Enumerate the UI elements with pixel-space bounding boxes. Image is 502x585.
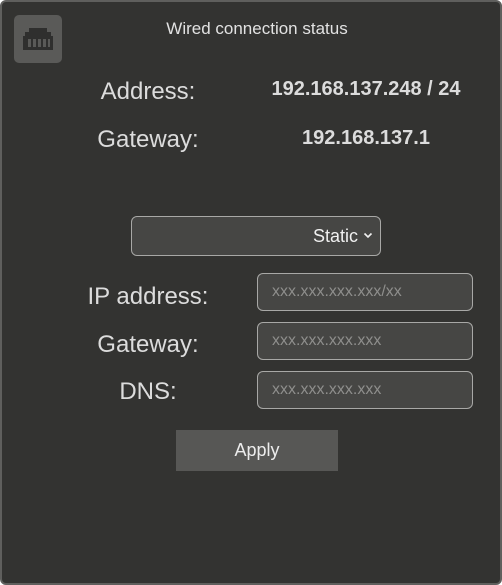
- gateway-config-label: Gateway:: [97, 331, 199, 358]
- panel-title: Wired connection status: [166, 19, 348, 38]
- chevron-down-icon: [363, 232, 373, 239]
- connection-mode-value: Static: [312, 226, 358, 246]
- gateway-label: Gateway:: [97, 126, 199, 153]
- gateway-input[interactable]: [257, 322, 473, 360]
- address-label: Address:: [100, 78, 196, 105]
- gateway-value: 192.168.137.1: [302, 127, 430, 149]
- dns-label: DNS:: [119, 378, 177, 405]
- ip-address-input[interactable]: [257, 273, 473, 311]
- ip-address-label: IP address:: [87, 283, 209, 310]
- address-value: 192.168.137.248 / 24: [271, 78, 461, 100]
- apply-button[interactable]: Apply: [176, 430, 338, 471]
- wired-connection-panel: Wired connection status Address: 192.168…: [0, 0, 502, 585]
- dns-input[interactable]: [257, 371, 473, 409]
- connection-mode-select[interactable]: Static: [131, 216, 381, 256]
